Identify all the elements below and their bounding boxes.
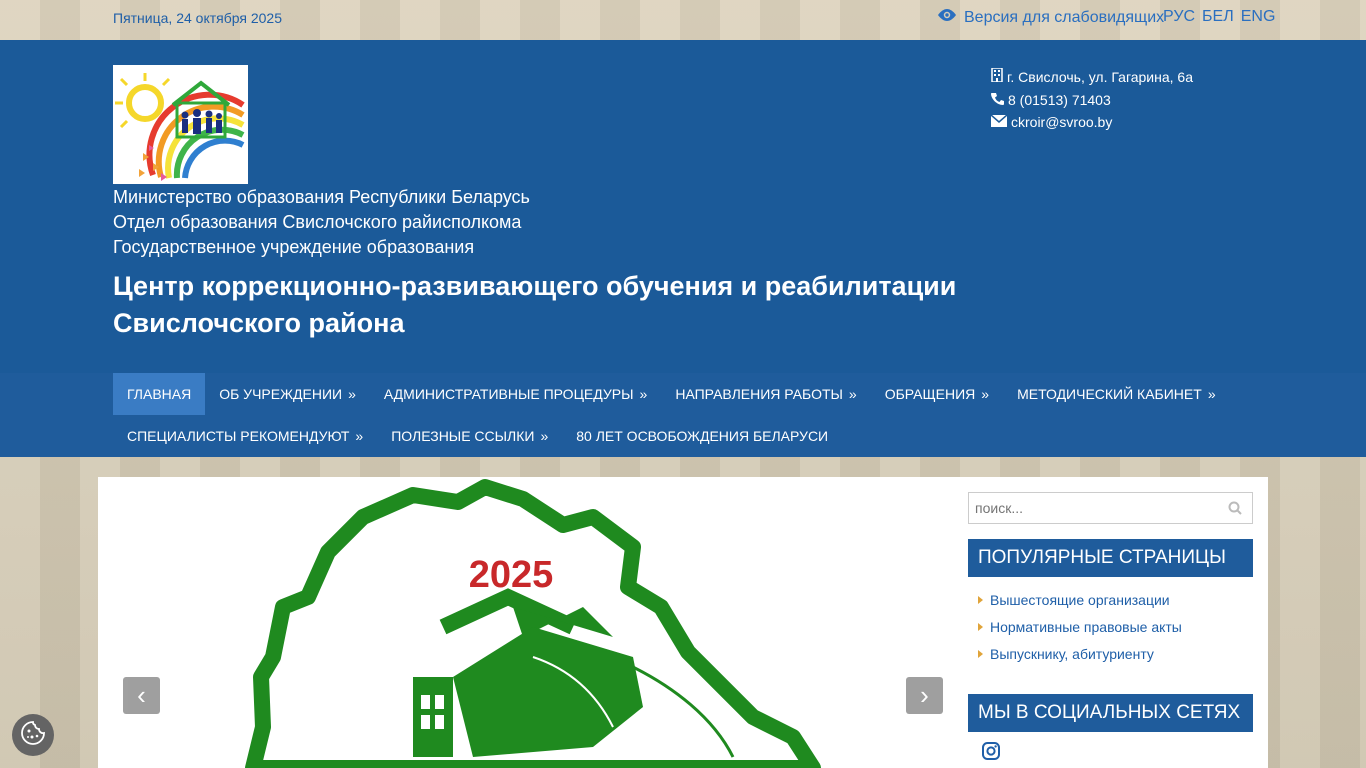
chevron-right-icon: › [920,680,929,710]
search-icon[interactable] [1228,501,1242,520]
eye-icon [936,8,958,27]
low-vision-label: Версия для слабовидящих [964,8,1165,26]
site-title: Центр коррекционно-развивающего обучения… [113,271,957,338]
phone-icon [991,89,1004,112]
top-bar: Пятница, 24 октября 2025 Версия для слаб… [0,0,1366,40]
nav-item-label: Полезные ссылки [391,428,535,444]
nav-item-appeals[interactable]: Обращения » [871,373,1003,415]
popular-pages-list: Вышестоящие организации Нормативные прав… [968,589,1253,670]
organization-hierarchy: Министерство образования Республики Бела… [113,185,530,260]
low-vision-version-link[interactable]: Версия для слабовидящих [936,8,1164,27]
envelope-icon [990,111,1008,134]
popular-link[interactable]: Выпускнику, абитуриенту [968,643,1253,670]
search-box [968,492,1253,524]
submenu-arrow-icon: » [848,386,857,402]
slide-image: 2025 [245,479,821,768]
nav-item-label: Специалисты рекомендуют [127,428,350,444]
nav-item-admin-procedures[interactable]: Административные процедуры » [370,373,661,415]
image-slider: 2025 ‹ › [113,477,953,768]
email-text[interactable]: ckroir@svroo.by [1011,111,1112,134]
address-text: г. Свислочь, ул. Гагарина, 6а [1007,69,1193,85]
phone-text: 8 (01513) 71403 [1008,91,1111,108]
language-switcher: РУС БЕЛ ENG [1163,8,1275,26]
current-date: Пятница, 24 октября 2025 [113,10,282,26]
site-header: Министерство образования Республики Бела… [0,40,1366,373]
submenu-arrow-icon: » [639,386,648,402]
contact-info: г. Свислочь, ул. Гагарина, 6а 8 (01513) … [990,66,1193,134]
popular-link[interactable]: Вышестоящие организации [968,589,1253,616]
nav-item-methodical-office[interactable]: Методический кабинет » [1003,373,1230,415]
popular-pages-heading: ПОПУЛЯРНЫЕ СТРАНИЦЫ [968,539,1253,577]
nav-item-about[interactable]: Об учреждении » [205,373,370,415]
search-input[interactable] [969,493,1209,523]
nav-item-label: Главная [127,386,192,402]
nav-item-useful-links[interactable]: Полезные ссылки » [377,415,562,457]
lang-by[interactable]: БЕЛ [1202,8,1234,26]
nav-item-label: 80 лет освобождения Беларуси [576,428,829,444]
social-networks-heading: МЫ В СОЦИАЛЬНЫХ СЕТЯХ [968,694,1253,732]
nav-item-label: Об учреждении [219,386,343,402]
cookie-icon [20,720,46,751]
lang-en[interactable]: ENG [1241,8,1276,26]
chevron-left-icon: ‹ [137,680,146,710]
slider-next-button[interactable]: › [906,677,943,714]
nav-item-work-directions[interactable]: Направления работы » [661,373,870,415]
building-icon [991,66,1003,89]
lang-ru[interactable]: РУС [1163,8,1195,26]
cookie-settings-button[interactable] [12,714,54,756]
submenu-arrow-icon: » [355,428,364,444]
nav-item-label: Административные процедуры [383,386,634,402]
nav-item-label: Обращения [884,386,976,402]
social-icons [968,742,1253,765]
slider-prev-button[interactable]: ‹ [123,677,160,714]
institution-type-line: Государственное учреждение образования [113,237,475,257]
instagram-icon[interactable] [982,742,1000,764]
sidebar: ПОПУЛЯРНЫЕ СТРАНИЦЫ Вышестоящие организа… [968,492,1253,765]
submenu-arrow-icon: » [348,386,356,402]
submenu-arrow-icon: » [540,428,549,444]
phone-row: 8 (01513) 71403 [991,89,1193,112]
department-line: Отдел образования Свислочского райисполк… [113,212,522,232]
submenu-arrow-icon: » [1207,386,1216,402]
ministry-line: Министерство образования Республики Бела… [113,187,530,207]
address-row: г. Свислочь, ул. Гагарина, 6а [991,66,1193,89]
nav-item-home[interactable]: Главная [113,373,206,415]
nav-item-liberation-80[interactable]: 80 лет освобождения Беларуси [562,415,842,457]
site-logo[interactable] [113,65,248,184]
nav-item-specialists-recommend[interactable]: Специалисты рекомендуют » [113,415,377,457]
submenu-arrow-icon: » [981,386,990,402]
email-row[interactable]: ckroir@svroo.by [990,111,1193,134]
popular-link[interactable]: Нормативные правовые акты [968,616,1253,643]
main-navigation: Главная Об учреждении » Административные … [0,373,1366,457]
nav-item-label: Методический кабинет [1017,386,1202,402]
nav-item-label: Направления работы [675,386,843,402]
main-content: 2025 ‹ › ПОПУЛЯРНЫЕ СТРАНИЦЫ Вышестоящие… [98,477,1268,768]
